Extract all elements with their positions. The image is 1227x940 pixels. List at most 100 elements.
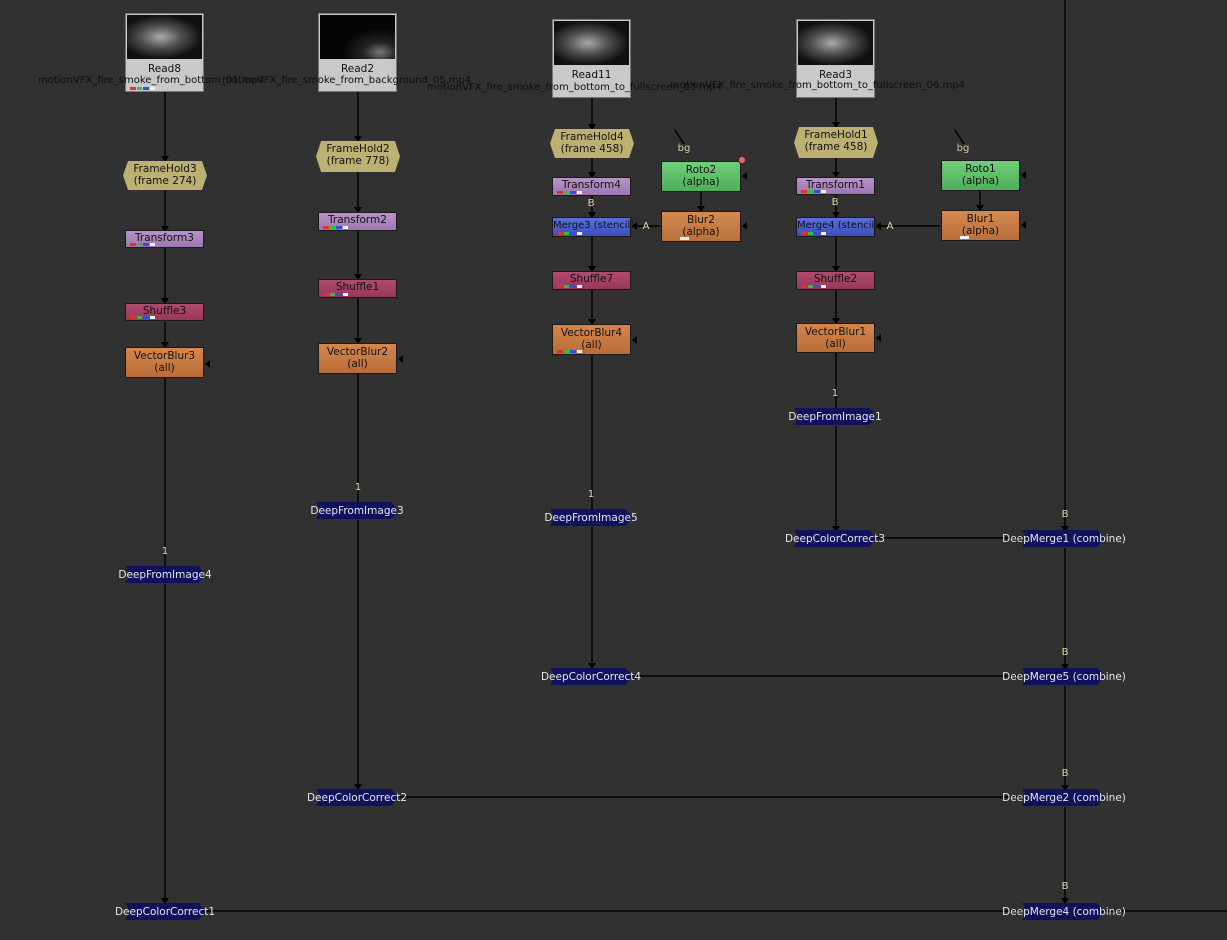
- transform2-node[interactable]: Transform2: [318, 212, 397, 231]
- framehold4-frame: (frame 458): [560, 143, 624, 155]
- vectorblur2-node[interactable]: VectorBlur2 (all): [318, 343, 397, 374]
- framehold2-node[interactable]: FrameHold2 (frame 778): [316, 141, 400, 172]
- shuffle3-channels: [130, 316, 156, 319]
- vectorblur1-node[interactable]: VectorBlur1 (all): [796, 323, 875, 353]
- deepmerge1-label: DeepMerge1 (combine): [1002, 533, 1126, 545]
- roto1-label: Roto1: [965, 163, 996, 175]
- framehold3-node[interactable]: FrameHold3 (frame 274): [123, 161, 207, 190]
- roto2-mask-input[interactable]: [742, 172, 747, 180]
- vectorblur4-node[interactable]: VectorBlur4 (all): [552, 324, 631, 355]
- framehold2-frame: (frame 778): [326, 155, 390, 167]
- transform3-node[interactable]: Transform3: [125, 230, 204, 248]
- deepmerge5-label: DeepMerge5 (combine): [1002, 671, 1126, 683]
- vectorblur3-mask-input[interactable]: [205, 360, 210, 368]
- deepmerge4-b-pin: B: [1061, 881, 1069, 892]
- blur1-node[interactable]: Blur1 (alpha): [941, 210, 1020, 241]
- blur1-label: Blur1: [966, 213, 995, 225]
- vectorblur1-channels-text: (all): [825, 338, 846, 350]
- deepcolorcorrect4-label: DeepColorCorrect4: [540, 671, 642, 683]
- vectorblur2-mask-input[interactable]: [398, 355, 403, 363]
- blur1-mask-input[interactable]: [1021, 221, 1026, 229]
- blur2-mask-input[interactable]: [742, 222, 747, 230]
- deepcolorcorrect2-label: DeepColorCorrect2: [306, 792, 408, 804]
- merge4-channels: [801, 232, 827, 235]
- read8-thumbnail: [127, 15, 202, 59]
- framehold2-label: FrameHold2: [326, 143, 390, 155]
- framehold4-label: FrameHold4: [560, 131, 624, 143]
- merge4-label: Merge4 (stencil): [797, 220, 879, 231]
- merge3-a-input-pin: A: [642, 221, 650, 232]
- vectorblur4-channels: [557, 350, 583, 353]
- read3-thumbnail: [798, 21, 873, 65]
- deepmerge1-b-pin: B: [1061, 509, 1069, 520]
- transform1-channels: [801, 190, 827, 193]
- framehold1-label: FrameHold1: [804, 129, 868, 141]
- read3-filename: motionVFX_fire_smoke_from_bottom_to_full…: [670, 80, 965, 91]
- blur2-label: Blur2: [687, 214, 715, 226]
- merge4-a-input-pin: A: [886, 221, 894, 232]
- vectorblur3-node[interactable]: VectorBlur3 (all): [125, 347, 204, 378]
- merge3-channels: [557, 232, 583, 235]
- vectorblur2-channels-text: (all): [347, 358, 368, 370]
- merge4-a-input-arrow[interactable]: [876, 222, 881, 230]
- merge3-b-input-pin: B: [587, 198, 595, 209]
- roto2-viewer-indicator: [738, 156, 746, 164]
- roto1-channels-text: (alpha): [961, 175, 1000, 187]
- framehold3-frame: (frame 274): [133, 175, 197, 187]
- deepmerge2-b-pin: B: [1061, 768, 1069, 779]
- roto2-node[interactable]: Roto2 (alpha): [661, 161, 741, 192]
- shuffle1-channels: [323, 293, 349, 296]
- shuffle3-node[interactable]: Shuffle3: [125, 303, 204, 321]
- vectorblur1-mask-input[interactable]: [876, 334, 881, 342]
- transform1-node[interactable]: Transform1: [796, 177, 875, 195]
- merge4-b-input-pin: B: [831, 197, 839, 208]
- shuffle2-node[interactable]: Shuffle2: [796, 271, 875, 290]
- blur1-channels: [946, 236, 972, 239]
- merge3-node[interactable]: Merge3 (stencil): [552, 217, 635, 237]
- merge3-a-input-arrow[interactable]: [632, 222, 637, 230]
- vectorblur2-label: VectorBlur2: [326, 346, 389, 358]
- roto2-label: Roto2: [685, 164, 717, 176]
- read2-label: Read2: [340, 63, 375, 75]
- blur2-node[interactable]: Blur2 (alpha): [661, 211, 741, 242]
- deepfromimage1-input-pin: 1: [831, 388, 839, 399]
- transform4-channels: [557, 191, 583, 194]
- vectorblur4-mask-input[interactable]: [632, 336, 637, 344]
- shuffle7-node[interactable]: Shuffle7: [552, 271, 631, 290]
- deepmerge4-label: DeepMerge4 (combine): [1002, 906, 1126, 918]
- transform3-channels: [130, 243, 156, 246]
- deepfromimage5-label: DeepFromImage5: [544, 512, 638, 524]
- deepfromimage1-label: DeepFromImage1: [788, 411, 882, 423]
- deepfromimage4-label: DeepFromImage4: [118, 569, 212, 581]
- read8-channels: [130, 87, 156, 90]
- node-graph[interactable]: Read8 motionVFX_fire_smoke_from_bottom_0…: [0, 0, 1227, 940]
- framehold1-node[interactable]: FrameHold1 (frame 458): [794, 127, 878, 158]
- framehold4-node[interactable]: FrameHold4 (frame 458): [550, 129, 634, 158]
- deepfromimage4-input-pin: 1: [161, 546, 169, 557]
- deepfromimage3-label: DeepFromImage3: [310, 505, 404, 517]
- read11-label: Read11: [571, 69, 612, 81]
- vectorblur3-channels-text: (all): [154, 362, 175, 374]
- framehold1-frame: (frame 458): [804, 141, 868, 153]
- deepmerge2-label: DeepMerge2 (combine): [1002, 792, 1126, 804]
- read11-thumbnail: [554, 21, 629, 65]
- shuffle7-channels: [557, 285, 583, 288]
- transform2-channels: [323, 226, 349, 229]
- deepmerge5-b-pin: B: [1061, 647, 1069, 658]
- roto1-node[interactable]: Roto1 (alpha): [941, 160, 1020, 191]
- deepcolorcorrect3-label: DeepColorCorrect3: [784, 533, 886, 545]
- roto1-mask-input[interactable]: [1021, 171, 1026, 179]
- framehold3-label: FrameHold3: [133, 163, 197, 175]
- vectorblur4-label: VectorBlur4: [560, 327, 623, 339]
- merge3-label: Merge3 (stencil): [553, 220, 635, 231]
- read8-label: Read8: [147, 63, 182, 75]
- deepfromimage3-input-pin: 1: [354, 482, 362, 493]
- roto2-channels-text: (alpha): [682, 176, 720, 188]
- roto1-bg-pin: bg: [956, 143, 970, 154]
- shuffle1-node[interactable]: Shuffle1: [318, 279, 397, 298]
- blur2-channels: [666, 237, 692, 240]
- transform4-node[interactable]: Transform4: [552, 177, 631, 196]
- vectorblur3-label: VectorBlur3: [133, 350, 196, 362]
- merge4-node[interactable]: Merge4 (stencil): [796, 217, 879, 237]
- deepcolorcorrect1-label: DeepColorCorrect1: [114, 906, 216, 918]
